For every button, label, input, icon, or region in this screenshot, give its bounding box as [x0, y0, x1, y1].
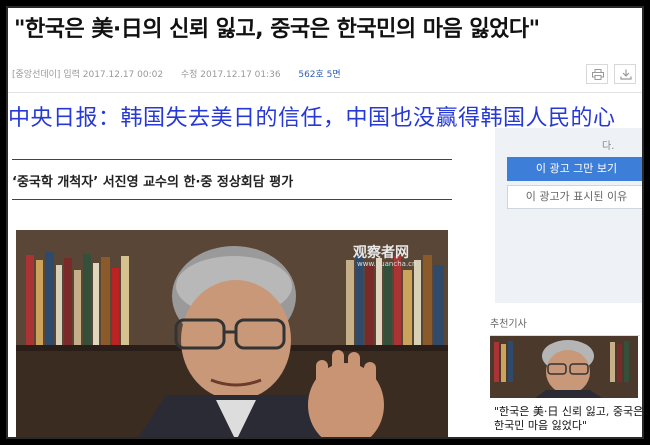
published-date: 2017.12.17 00:02 — [82, 70, 164, 80]
recommended-panel: 추천기사 "한국은 美·日 신뢰 잃고, 중국은 한국민 마음 잃었다" — [480, 303, 642, 437]
recommended-thumbnail[interactable] — [490, 336, 638, 398]
article-meta: [중앙선데이] 입력 2017.12.17 00:02 수정 2017.12.1… — [12, 67, 341, 80]
subtitle-top-rule — [12, 159, 452, 160]
why-ad-button[interactable]: 이 광고가 표시된 이유 — [507, 185, 642, 209]
recommended-caption[interactable]: "한국은 美·日 신뢰 잃고, 중국은 한국민 마음 잃었다" — [494, 405, 642, 433]
source-label: [중앙선데이] — [12, 70, 61, 80]
article-page: "한국은 美·日의 신뢰 잃고, 중국은 한국민의 마음 잃었다" [중앙선데이… — [6, 6, 644, 439]
updated-date: 2017.12.17 01:36 — [200, 70, 281, 80]
sidebar-note: 다. — [602, 141, 615, 152]
stop-ad-button[interactable]: 이 광고 그만 보기 — [507, 157, 642, 181]
article-subtitle: ‘중국학 개척자’ 서진영 교수의 한·중 정상회담 평가 — [12, 175, 294, 190]
article-headline: "한국은 美·日의 신뢰 잃고, 중국은 한국민의 마음 잃었다" — [14, 17, 540, 42]
recommended-title: 추천기사 — [490, 319, 527, 330]
subtitle-bottom-rule — [12, 199, 452, 200]
article-meta-bar: [중앙선데이] 입력 2017.12.17 00:02 수정 2017.12.1… — [8, 54, 642, 93]
print-button[interactable] — [586, 64, 608, 84]
download-button[interactable] — [614, 64, 636, 84]
photo-watermark-url: www.guancha.cn — [357, 260, 417, 268]
download-icon — [620, 69, 632, 80]
issue-link[interactable]: 562호 5면 — [298, 70, 340, 80]
photo-watermark: 观察者网 — [353, 245, 409, 261]
printer-icon — [592, 69, 604, 80]
published-label: 입력 — [63, 70, 80, 80]
updated-label: 수정 — [180, 70, 198, 80]
